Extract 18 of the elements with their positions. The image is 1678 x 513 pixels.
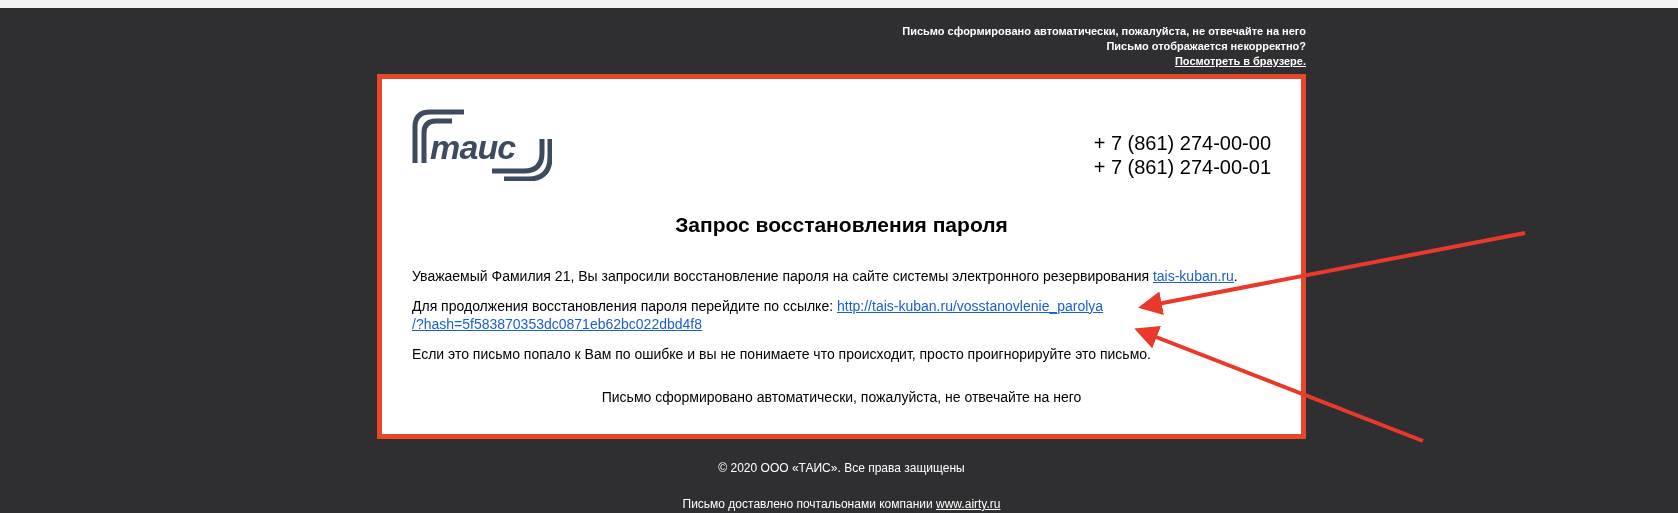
auto-note: Письмо сформировано автоматически, пожалуйста, не отвечайте на него	[600, 387, 1083, 407]
notice-text: Письмо отображается некорректно?	[1106, 39, 1306, 54]
email-title: Запрос восстановления пароля	[674, 212, 1009, 238]
delivery-text: Письмо доставлено почтальонами компании www.airty.ru	[682, 496, 1001, 513]
phone-number: + 7 (861) 274-00-00	[1093, 131, 1271, 155]
company-link[interactable]: www.airty.ru	[936, 497, 1001, 511]
logo-text: таис	[430, 129, 516, 165]
reset-link[interactable]: /?hash=5f583870353dc0871eb62bc022dbd4f8	[412, 315, 702, 332]
reset-link[interactable]: http://tais-kuban.ru/vosstanovlenie_parolya	[836, 297, 1104, 314]
site-link[interactable]: tais-kuban.ru	[1152, 267, 1234, 284]
view-in-browser-link[interactable]: Посмотреть в браузере.	[1174, 54, 1306, 69]
copyright-text: © 2020 ООО «ТАИС». Все права защищены	[718, 460, 965, 477]
ignore-text: Если это письмо попало к Вам по ошибке и вы не понимаете что происходит, просто проигнорируйте это письмо.	[412, 344, 1152, 363]
notice-text: Письмо сформировано автоматически, пожалуйста, не отвечайте на него	[902, 24, 1306, 39]
logo-stripes-icon	[412, 109, 552, 181]
reset-text: Для продолжения восстановления пароля перейдите по ссылке: http://tais-kuban.ru/vosstanovlenie_parolya /?hash=5f583870353dc0871eb62bc022dbd4f8	[412, 296, 1105, 333]
phone-number: + 7 (861) 274-00-01	[1093, 155, 1271, 179]
greeting-text: Уважаемый Фамилия 21, Вы запросили восстановление пароля на сайте системы электронного резервирования tais-kuban.ru.	[412, 266, 1239, 285]
